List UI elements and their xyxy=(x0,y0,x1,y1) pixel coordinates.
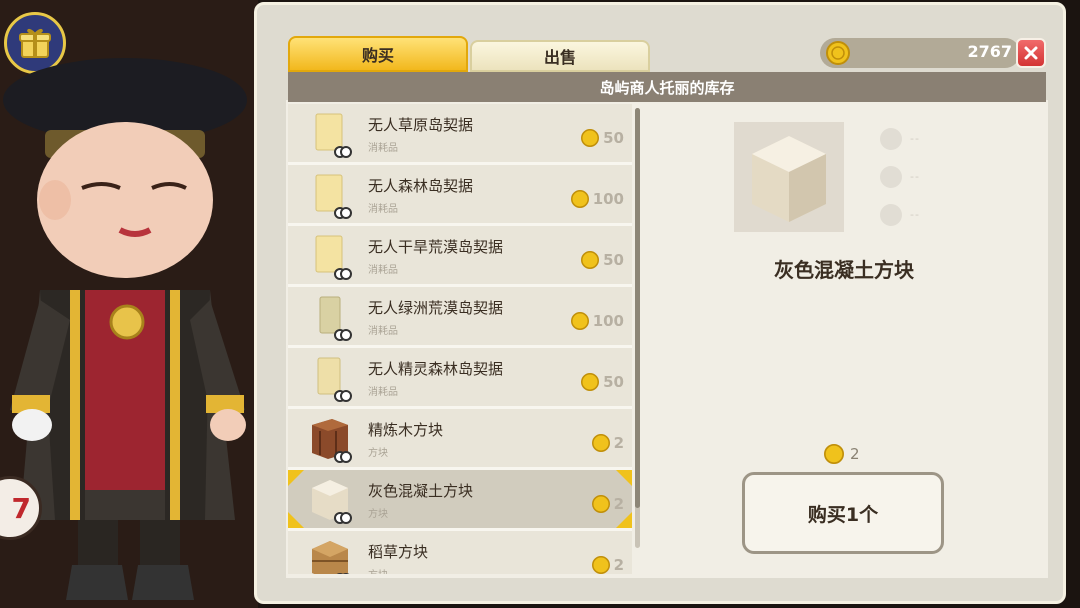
item-category: 方块 xyxy=(368,448,388,459)
coin-icon xyxy=(591,556,610,574)
list-item[interactable]: 无人绿洲荒漠岛契据 消耗品 100 xyxy=(288,287,632,348)
item-price-value: 2 xyxy=(613,495,624,513)
tab-sell[interactable]: 出售 xyxy=(470,40,650,72)
deed-icon xyxy=(315,113,352,158)
item-price: 50 xyxy=(581,250,624,270)
attribute-slot-icon xyxy=(880,166,902,188)
item-category: 方块 xyxy=(368,566,388,574)
coin-icon xyxy=(826,41,850,65)
straw-block-icon xyxy=(312,541,350,574)
list-item[interactable]: 精炼木方块 方块 2 xyxy=(288,409,632,470)
item-price-value: 2 xyxy=(613,434,624,452)
coin-icon xyxy=(570,312,589,330)
tab-buy[interactable]: 购买 xyxy=(288,36,468,72)
scrollbar-thumb[interactable] xyxy=(635,108,640,508)
item-price: 2 xyxy=(591,555,624,574)
level-badge-text: 7 xyxy=(11,491,31,525)
selection-corner-icon xyxy=(616,512,632,528)
list-item[interactable]: 无人草原岛契据 消耗品 50 xyxy=(288,104,632,165)
item-category: 方块 xyxy=(368,509,388,520)
list-item[interactable]: 无人森林岛契据 消耗品 100 xyxy=(288,165,632,226)
item-name: 无人绿洲荒漠岛契据 xyxy=(368,299,504,317)
shop-title-bar: 岛屿商人托丽的库存 xyxy=(288,72,1046,102)
item-list[interactable]: 无人草原岛契据 消耗品 50 无人森林岛契据 消耗品 100 无人干旱荒漠岛契据… xyxy=(288,104,634,574)
currency-display: 2767 xyxy=(820,38,1020,68)
item-price-value: 50 xyxy=(603,251,624,269)
item-price-value: 50 xyxy=(603,373,624,391)
item-category: 消耗品 xyxy=(368,265,398,276)
coin-icon xyxy=(581,129,600,147)
selected-item-price-value: 2 xyxy=(850,445,860,463)
attribute-slot-value: -- xyxy=(910,132,920,145)
item-name: 灰色混凝土方块 xyxy=(368,482,474,500)
list-item-selected[interactable]: 灰色混凝土方块 方块 2 xyxy=(288,470,632,531)
close-button[interactable] xyxy=(1016,38,1046,68)
item-price-value: 100 xyxy=(592,190,624,208)
item-price: 2 xyxy=(591,494,624,514)
item-category: 消耗品 xyxy=(368,387,398,398)
list-item[interactable]: 无人精灵森林岛契据 消耗品 50 xyxy=(288,348,632,409)
item-category: 消耗品 xyxy=(368,204,398,215)
currency-amount: 2767 xyxy=(967,42,1012,61)
selection-corner-icon xyxy=(616,470,632,486)
item-name: 精炼木方块 xyxy=(368,421,444,439)
item-price-value: 100 xyxy=(592,312,624,330)
deed-icon xyxy=(319,296,352,341)
buy-one-button[interactable]: 购买1个 xyxy=(742,472,944,554)
attribute-slot-icon xyxy=(880,128,902,150)
coin-icon xyxy=(591,495,610,513)
concrete-block-icon xyxy=(312,480,352,524)
attribute-slot-value: -- xyxy=(910,170,920,183)
item-price: 50 xyxy=(581,372,624,392)
deed-icon xyxy=(315,174,352,219)
item-name: 无人草原岛契据 xyxy=(368,116,474,134)
coin-icon xyxy=(581,373,600,391)
selection-corner-icon xyxy=(288,470,304,486)
item-category: 消耗品 xyxy=(368,326,398,337)
item-price: 50 xyxy=(581,128,624,148)
close-icon xyxy=(1024,46,1038,60)
item-name: 稻草方块 xyxy=(368,543,429,561)
attribute-slot-icon xyxy=(880,204,902,226)
tab-sell-label: 出售 xyxy=(543,48,576,67)
coin-icon xyxy=(591,434,610,452)
item-name: 无人干旱荒漠岛契据 xyxy=(368,238,504,256)
item-price: 100 xyxy=(570,311,624,331)
deed-icon xyxy=(317,357,352,402)
deed-icon xyxy=(315,235,352,280)
item-category: 消耗品 xyxy=(368,143,398,154)
selected-item-preview xyxy=(734,122,844,232)
coin-icon xyxy=(581,251,600,269)
character-scene: 7 xyxy=(0,0,258,608)
list-scrollbar[interactable] xyxy=(635,108,640,548)
selection-corner-icon xyxy=(288,512,304,528)
list-item[interactable]: 稻草方块 方块 2 xyxy=(288,531,632,574)
item-price: 100 xyxy=(570,189,624,209)
list-item[interactable]: 无人干旱荒漠岛契据 消耗品 50 xyxy=(288,226,632,287)
item-price-value: 2 xyxy=(613,556,624,574)
item-name: 无人森林岛契据 xyxy=(368,177,474,195)
concrete-block-icon xyxy=(752,136,826,222)
selected-item-name: 灰色混凝土方块 xyxy=(774,258,914,282)
selected-item-price: 2 xyxy=(824,444,860,464)
coin-icon xyxy=(824,444,844,464)
attribute-slot-value: -- xyxy=(910,208,920,221)
merchant-character xyxy=(3,58,247,600)
item-price: 2 xyxy=(591,433,624,453)
shop-title: 岛屿商人托丽的库存 xyxy=(599,78,735,97)
item-price-value: 50 xyxy=(603,129,624,147)
buy-one-label: 购买1个 xyxy=(807,503,879,526)
coin-icon xyxy=(570,190,589,208)
item-name: 无人精灵森林岛契据 xyxy=(368,360,504,378)
wood-block-icon xyxy=(312,419,352,463)
tab-buy-label: 购买 xyxy=(361,46,394,65)
